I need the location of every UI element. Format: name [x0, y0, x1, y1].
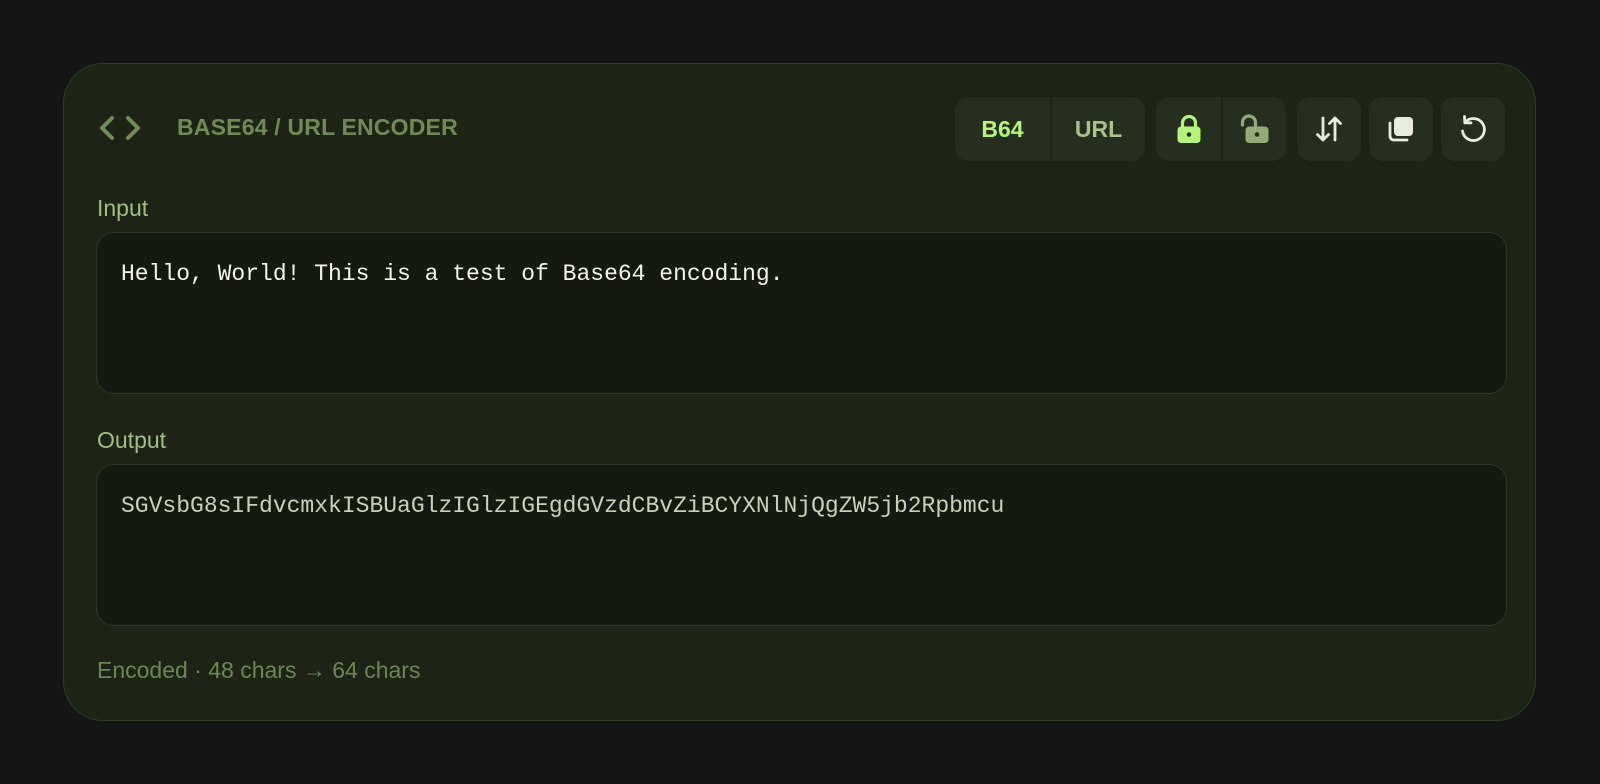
swap-button[interactable] [1297, 97, 1361, 161]
mode-url-label: URL [1074, 115, 1123, 142]
input-label: Input [97, 195, 149, 221]
swap-arrows-icon [1314, 114, 1344, 144]
header: BASE64 / URL ENCODER B64 URL [64, 64, 1535, 194]
output-label: Output [97, 427, 167, 453]
input-textarea[interactable]: Hello, World! This is a test of Base64 e… [96, 232, 1507, 394]
output-textarea[interactable]: SGVsbG8sIFdvcmxkISBUaGlzIGlzIGEgdGVzdCBv… [96, 464, 1507, 626]
encode-button[interactable] [1156, 97, 1221, 161]
lock-icon [1176, 114, 1202, 144]
copy-icon [1386, 114, 1416, 144]
reset-icon [1458, 114, 1488, 144]
mode-b64-label: B64 [981, 115, 1024, 142]
copy-button[interactable] [1369, 97, 1433, 161]
status-text: Encoded · 48 chars → 64 chars [97, 657, 421, 683]
encoder-card: BASE64 / URL ENCODER B64 URL Input Hello… [63, 63, 1536, 721]
app-title: BASE64 / URL ENCODER [177, 114, 458, 140]
unlock-icon [1240, 114, 1270, 144]
reset-button[interactable] [1441, 97, 1505, 161]
mode-url-button[interactable]: URL [1052, 97, 1145, 161]
decode-button[interactable] [1223, 97, 1286, 161]
mode-b64-button[interactable]: B64 [955, 97, 1050, 161]
code-brackets-icon [98, 112, 142, 144]
